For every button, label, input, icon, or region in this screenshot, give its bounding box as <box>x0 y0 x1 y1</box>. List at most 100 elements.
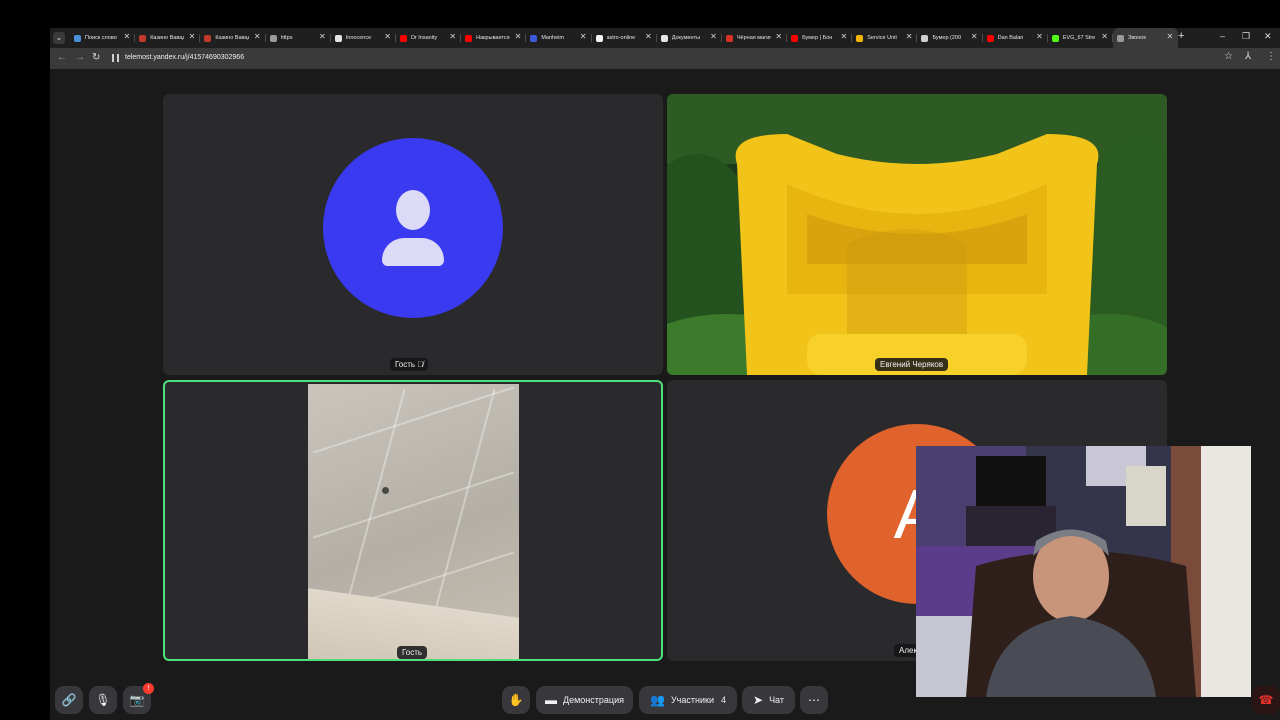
forward-icon[interactable]: → <box>75 52 85 63</box>
close-window-button[interactable]: ✕ <box>1264 31 1272 42</box>
tab-close-icon[interactable]: ✕ <box>123 32 130 41</box>
participant-name-tag: Евгений Черяков <box>875 358 949 371</box>
extension-icon[interactable]: ⅄ <box>1245 51 1251 62</box>
tab-favicon-icon <box>399 34 407 42</box>
screen-share-icon: ▬ <box>545 693 558 707</box>
participant-tile-guest[interactable]: Гость 🎙̸ <box>163 94 663 375</box>
tab-close-icon[interactable]: ✕ <box>580 32 587 41</box>
tab-title: Service Unit <box>867 35 897 41</box>
copy-link-button[interactable]: 🔗 <box>55 686 83 714</box>
browser-tab[interactable]: Документы ✕ <box>657 28 722 48</box>
tab-close-icon[interactable]: ✕ <box>841 32 848 41</box>
tab-title: Бумер (200 <box>932 35 962 41</box>
tab-search-button[interactable]: ⌄ <box>53 32 65 44</box>
tab-favicon-icon <box>725 34 733 42</box>
tab-close-icon[interactable]: ✕ <box>254 32 261 41</box>
tab-title: Dan Balan <box>997 35 1024 41</box>
restore-button[interactable]: ❐ <box>1242 31 1250 42</box>
link-icon: 🔗 <box>61 693 77 707</box>
tab-list: Поиск слово ✕ Казино Вавада ✕ Казино Вавада ✕… <box>70 28 1179 48</box>
video-feed-chair <box>667 94 1167 375</box>
participant-tile-evgeny[interactable]: Евгений Черяков <box>667 94 1167 375</box>
tab-favicon-icon <box>204 34 212 42</box>
browser-tab[interactable]: Бумер (200 ✕ <box>917 28 983 48</box>
tab-title: Казино Вавада <box>150 35 184 41</box>
browser-tab[interactable]: Dr Insanity ✕ <box>396 28 462 48</box>
tab-close-icon[interactable]: ✕ <box>1036 32 1043 41</box>
participants-button[interactable]: 👥 Участники 4 <box>639 686 737 714</box>
tab-favicon-icon <box>465 34 473 42</box>
mic-off-icon: 🎙 <box>95 693 111 707</box>
tab-favicon-icon <box>269 34 277 42</box>
tab-title: Dr Insanity <box>410 35 438 41</box>
tab-close-icon[interactable]: ✕ <box>645 32 652 41</box>
more-icon: ⋯ <box>808 693 820 707</box>
hang-up-button[interactable]: ☎ <box>1252 686 1280 714</box>
browser-tab[interactable]: Service Unit ✕ <box>852 28 918 48</box>
browser-tab[interactable]: Бумер | Бон ✕ <box>787 28 853 48</box>
participant-name-tag: Гость <box>397 646 428 659</box>
hang-up-icon: ☎ <box>1258 693 1274 707</box>
camera-off-icon: 📷 <box>129 693 145 707</box>
tab-close-icon[interactable]: ✕ <box>449 32 456 41</box>
browser-tab[interactable]: Звонок ✕ <box>1113 28 1179 48</box>
raise-hand-icon: ✋ <box>508 693 524 707</box>
back-icon[interactable]: ← <box>57 52 67 63</box>
site-info-icon[interactable] <box>112 54 119 62</box>
tab-favicon-icon <box>1117 34 1124 42</box>
mic-toggle-button[interactable]: 🎙 <box>89 686 117 714</box>
browser-tab[interactable]: Поиск слово ✕ <box>70 28 136 48</box>
tab-favicon-icon <box>660 34 668 42</box>
tab-close-icon[interactable]: ✕ <box>319 32 326 41</box>
screen-share-button[interactable]: ▬ Демонстрация <box>536 686 633 714</box>
tab-favicon-icon <box>530 34 538 42</box>
webcam-overlay <box>916 446 1251 697</box>
tab-title: Накрывается <box>476 35 510 41</box>
tab-title: astro-online <box>606 35 636 41</box>
avatar <box>323 138 503 318</box>
tab-title: Звонок <box>1128 35 1146 41</box>
tab-close-icon[interactable]: ✕ <box>384 32 391 41</box>
browser-tab[interactable]: Накрывается ✕ <box>461 28 527 48</box>
chat-button[interactable]: ➤ Чат <box>742 686 795 714</box>
participant-tile-guest-active[interactable]: Гость <box>163 380 663 661</box>
tab-close-icon[interactable]: ✕ <box>971 32 978 41</box>
browser-tab[interactable]: EVG_67 Stre ✕ <box>1048 28 1113 48</box>
browser-tab[interactable]: Чёрная магия ✕ <box>722 28 788 48</box>
more-options-button[interactable]: ⋯ <box>800 686 828 714</box>
tab-close-icon[interactable]: ✕ <box>189 32 196 41</box>
browser-tab[interactable]: https ✕ <box>266 28 331 48</box>
tab-favicon-icon <box>791 34 799 42</box>
tab-strip: ⌄ Поиск слово✕Казино Вавада✕Казино Вавад… <box>50 28 1280 48</box>
tab-title: Казино Вавада <box>215 35 249 41</box>
tab-favicon-icon <box>1051 34 1059 42</box>
tab-close-icon[interactable]: ✕ <box>710 32 717 41</box>
browser-tab[interactable]: Manheim ✕ <box>526 28 592 48</box>
tab-close-icon[interactable]: ✕ <box>1166 32 1173 41</box>
url-field[interactable]: telemost.yandex.ru/j/41574690302966 <box>125 54 244 61</box>
address-bar: ← → ↻ telemost.yandex.ru/j/4157469030296… <box>50 48 1280 69</box>
browser-tab[interactable]: Казино Вавада ✕ <box>200 28 266 48</box>
user-icon <box>396 190 430 230</box>
tab-close-icon[interactable]: ✕ <box>906 32 913 41</box>
tab-favicon-icon <box>986 34 994 42</box>
tab-title: Innocence <box>345 35 372 41</box>
tab-close-icon[interactable]: ✕ <box>515 32 522 41</box>
tab-title: Бумер | Бон <box>802 35 833 41</box>
browser-tab[interactable]: astro-online ✕ <box>592 28 657 48</box>
tab-title: Документы <box>671 35 701 41</box>
webcam-video <box>916 446 1251 697</box>
bookmark-star-icon[interactable]: ☆ <box>1224 51 1233 62</box>
browser-menu-icon[interactable]: ⋮ <box>1266 51 1276 62</box>
new-tab-button[interactable]: + <box>1178 30 1184 42</box>
tab-close-icon[interactable]: ✕ <box>775 32 782 41</box>
reload-icon[interactable]: ↻ <box>92 52 100 63</box>
mic-muted-icon: 🎙̸ <box>417 360 424 369</box>
minimize-button[interactable]: – <box>1220 31 1225 41</box>
browser-tab[interactable]: Казино Вавада ✕ <box>135 28 201 48</box>
browser-tab[interactable]: Innocence ✕ <box>331 28 396 48</box>
browser-tab[interactable]: Dan Balan ✕ <box>983 28 1048 48</box>
tab-close-icon[interactable]: ✕ <box>1101 32 1108 41</box>
tab-favicon-icon <box>921 34 929 42</box>
raise-hand-button[interactable]: ✋ <box>502 686 530 714</box>
